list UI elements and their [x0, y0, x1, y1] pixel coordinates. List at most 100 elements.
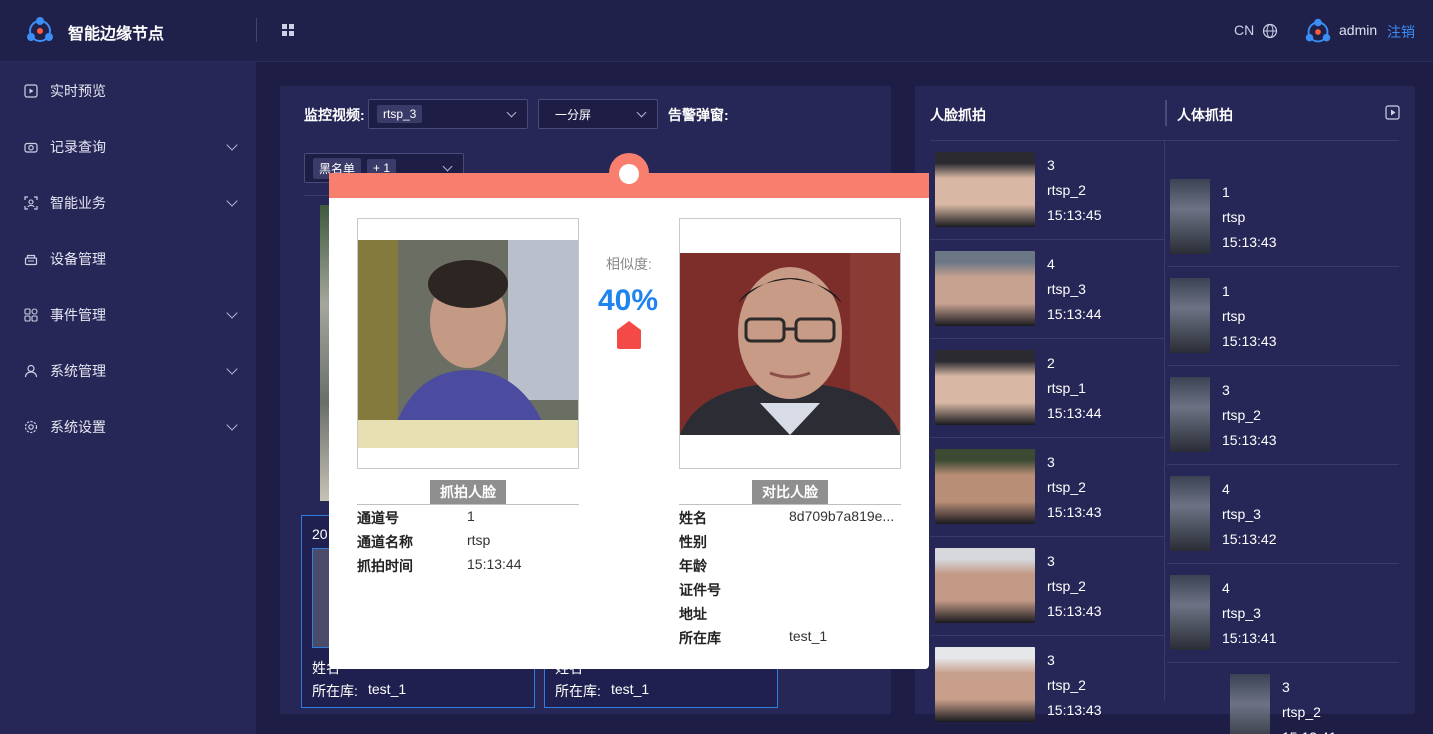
globe-icon[interactable]	[1262, 23, 1278, 39]
face-capture-thumb	[935, 152, 1035, 227]
sidebar-item-label: 实时预览	[50, 83, 106, 99]
face-capture-name: rtsp_1	[1047, 380, 1086, 396]
body-capture-channel: 3	[1222, 382, 1230, 398]
split-select-value: 一分屏	[555, 107, 592, 122]
sidebar-item-label: 系统管理	[50, 363, 106, 379]
info-value: 1	[467, 508, 475, 524]
body-capture-item[interactable]: 3 rtsp_2 15:13:41	[1227, 663, 1433, 734]
app-title: 智能边缘节点	[68, 26, 165, 43]
info-value: rtsp	[467, 532, 491, 548]
body-capture-name: rtsp	[1222, 209, 1246, 225]
face-capture-item[interactable]: 3 rtsp_2 15:13:43	[930, 636, 1164, 734]
face-capture-item[interactable]: 3 rtsp_2 15:13:43	[930, 537, 1164, 636]
scan-icon	[24, 196, 38, 210]
play-icon[interactable]	[1385, 105, 1400, 120]
device-icon	[24, 254, 38, 266]
capture-face-image	[358, 240, 578, 448]
sidebar-item-smart-business[interactable]: 智能业务	[0, 183, 256, 223]
face-capture-info: 3 rtsp_2 15:13:43	[1047, 549, 1102, 624]
event-card-lib-value: test_1	[611, 681, 650, 697]
face-capture-thumb	[935, 251, 1035, 326]
face-capture-channel: 4	[1047, 256, 1055, 272]
face-capture-time: 15:13:44	[1047, 405, 1102, 421]
info-key: 证件号	[679, 582, 721, 598]
body-capture-item[interactable]: 3 rtsp_2 15:13:43	[1167, 366, 1399, 465]
event-card-lib-value: test_1	[368, 681, 407, 697]
sidebar-item-system-settings[interactable]: 系统设置	[0, 407, 256, 447]
capture-face-tag: 抓拍人脸	[430, 480, 506, 504]
face-capture-time: 15:13:43	[1047, 504, 1102, 520]
alarm-popup-label: 告警弹窗:	[668, 107, 729, 123]
sidebar-item-label: 记录查询	[50, 139, 106, 155]
camera-icon	[24, 142, 38, 153]
face-capture-name: rtsp_2	[1047, 479, 1086, 495]
face-capture-name: rtsp_2	[1047, 677, 1086, 693]
face-capture-channel: 3	[1047, 157, 1055, 173]
face-capture-item[interactable]: 3 rtsp_2 15:13:45	[930, 141, 1164, 240]
body-capture-info: 4 rtsp_3 15:13:42	[1222, 477, 1277, 552]
similarity-label: 相似度:	[606, 256, 652, 272]
divider	[1164, 141, 1165, 701]
chevron-down-icon	[226, 363, 238, 375]
body-capture-item[interactable]: 1 rtsp 15:13:43	[1167, 168, 1399, 267]
body-capture-name: rtsp_3	[1222, 506, 1261, 522]
body-capture-info: 4 rtsp_3 15:13:41	[1222, 576, 1277, 651]
body-capture-item[interactable]: 1 rtsp 15:13:43	[1167, 267, 1399, 366]
face-capture-item[interactable]: 2 rtsp_1 15:13:44	[930, 339, 1164, 438]
info-value: test_1	[789, 628, 828, 644]
body-capture-time: 15:13:41	[1282, 725, 1337, 734]
apps-icon	[24, 308, 38, 322]
body-capture-thumb	[1230, 674, 1270, 734]
divider	[357, 504, 579, 505]
sidebar-item-label: 智能业务	[50, 195, 106, 211]
language-switch[interactable]: CN	[1234, 22, 1254, 38]
body-capture-channel: 4	[1222, 481, 1230, 497]
divider	[256, 18, 257, 42]
body-capture-title: 人体抓拍	[1177, 107, 1233, 123]
sidebar-item-devices[interactable]: 设备管理	[0, 239, 256, 279]
body-capture-channel: 1	[1222, 283, 1230, 299]
sidebar-item-label: 系统设置	[50, 419, 106, 435]
body-capture-time: 15:13:43	[1222, 432, 1277, 448]
info-key: 抓拍时间	[357, 558, 413, 574]
body-capture-name: rtsp_3	[1222, 605, 1261, 621]
face-capture-name: rtsp_3	[1047, 281, 1086, 297]
body-capture-channel: 3	[1282, 679, 1290, 695]
info-value: 8d709b7a819e...	[789, 508, 895, 524]
info-key: 通道名称	[357, 534, 413, 550]
play-icon	[24, 84, 38, 98]
top-bar: 智能边缘节点 CN admin 注销	[0, 0, 1433, 62]
video-select[interactable]: rtsp_3	[368, 99, 528, 129]
avatar-icon[interactable]	[1301, 14, 1335, 48]
username[interactable]: admin	[1339, 22, 1377, 38]
body-capture-name: rtsp_2	[1282, 704, 1321, 720]
face-capture-item[interactable]: 4 rtsp_3 15:13:44	[930, 240, 1164, 339]
body-capture-channel: 1	[1222, 184, 1230, 200]
info-key: 所在库	[679, 630, 721, 646]
info-key: 年龄	[679, 558, 707, 574]
body-capture-item[interactable]: 4 rtsp_3 15:13:42	[1167, 465, 1399, 564]
body-capture-item[interactable]: 4 rtsp_3 15:13:41	[1167, 564, 1399, 663]
body-capture-thumb	[1170, 575, 1210, 650]
divider	[679, 504, 901, 505]
info-key: 性别	[679, 534, 707, 550]
sidebar-item-events[interactable]: 事件管理	[0, 295, 256, 335]
body-capture-time: 15:13:42	[1222, 531, 1277, 547]
face-capture-item[interactable]: 3 rtsp_2 15:13:43	[930, 438, 1164, 537]
sidebar-item-live-preview[interactable]: 实时预览	[0, 71, 256, 111]
face-capture-info: 2 rtsp_1 15:13:44	[1047, 351, 1102, 426]
sidebar-item-system-management[interactable]: 系统管理	[0, 351, 256, 391]
split-select[interactable]: 一分屏	[538, 99, 658, 129]
logout-link[interactable]: 注销	[1387, 22, 1415, 42]
event-card-lib-label: 所在库:	[555, 683, 601, 699]
divider	[1165, 100, 1167, 126]
grid-menu-icon[interactable]	[282, 24, 294, 36]
capture-face-frame	[357, 218, 579, 469]
sidebar-item-records[interactable]: 记录查询	[0, 127, 256, 167]
body-capture-name: rtsp_2	[1222, 407, 1261, 423]
sidebar: 实时预览 记录查询 智能业务 设备管理 事件管理 系统管理 系统设置	[0, 62, 256, 734]
face-capture-thumb	[935, 449, 1035, 524]
body-capture-thumb	[1170, 179, 1210, 254]
face-capture-channel: 2	[1047, 355, 1055, 371]
face-capture-title: 人脸抓拍	[930, 107, 986, 123]
